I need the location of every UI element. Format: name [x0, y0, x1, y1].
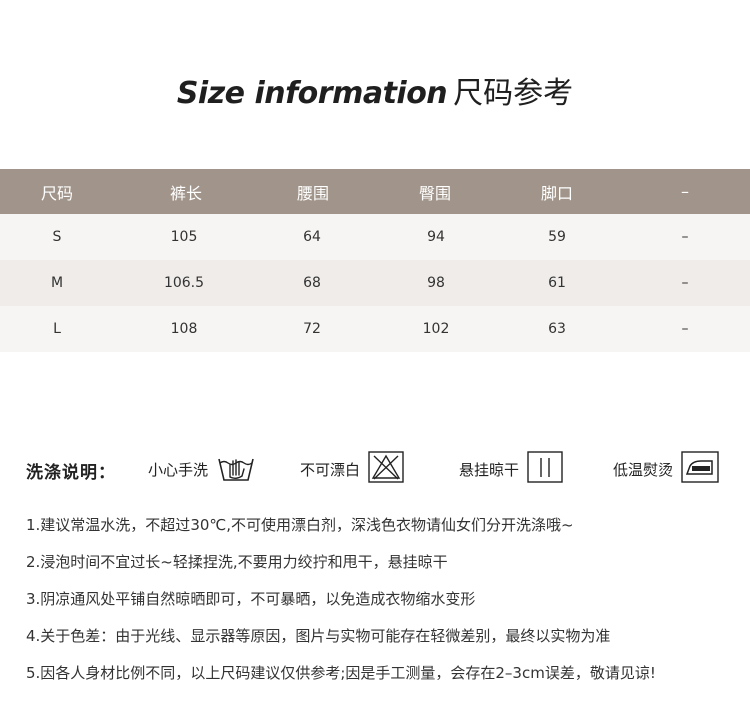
low-iron-icon — [681, 451, 719, 487]
care-label: 小心手洗 — [148, 460, 209, 479]
header-length: 裤长 — [169, 183, 203, 203]
washing-instructions: 洗涤说明： 小心手洗 不可漂白 悬挂晾干 低温熨烫 — [0, 448, 750, 488]
care-label: 低温熨烫 — [613, 460, 674, 479]
table-row: S 105 64 94 59 – — [0, 214, 750, 260]
note-item: 5.因各人身材比例不同，以上尺码建议仅供参考;因是手工测量，会存在2–3cm误差… — [26, 664, 656, 682]
note-item: 4.关于色差：由于光线、显示器等原因，图片与实物可能存在轻微差别，最终以实物为准 — [26, 627, 611, 645]
title-english: Size information — [176, 76, 448, 111]
cell-waist: 64 — [303, 229, 321, 245]
note-item: 1.建议常温水洗，不超过30℃,不可使用漂白剂，深浅色衣物请仙女们分开洗涤哦~ — [26, 516, 574, 534]
hand-wash-icon — [216, 451, 256, 487]
cell-leg-opening: 63 — [548, 321, 566, 337]
care-notes: 1.建议常温水洗，不超过30℃,不可使用漂白剂，深浅色衣物请仙女们分开洗涤哦~ … — [26, 515, 746, 700]
care-low-iron: 低温熨烫 — [613, 451, 719, 487]
care-label: 不可漂白 — [300, 460, 361, 479]
table-row: M 106.5 68 98 61 – — [0, 260, 750, 306]
header-leg-opening: 脚口 — [540, 183, 574, 203]
table-row: L 108 72 102 63 – — [0, 306, 750, 352]
cell-hip: 98 — [427, 275, 445, 291]
cell-size: S — [52, 229, 62, 245]
header-waist: 腰围 — [296, 183, 330, 203]
cell-length: 106.5 — [163, 275, 205, 291]
cell-extra: – — [681, 229, 689, 245]
care-no-bleach: 不可漂白 — [300, 451, 404, 487]
cell-hip: 102 — [422, 321, 450, 337]
care-hand-wash: 小心手洗 — [148, 452, 256, 486]
header-size: 尺码 — [40, 183, 74, 203]
size-table: 尺码 裤长 腰围 臀围 脚口 – S 105 64 94 59 – M 106.… — [0, 169, 750, 352]
care-label: 悬挂晾干 — [459, 460, 520, 479]
cell-extra: – — [681, 321, 689, 337]
washing-title: 洗涤说明： — [26, 463, 116, 483]
title-chinese: 尺码参考 — [453, 76, 574, 111]
table-header-row: 尺码 裤长 腰围 臀围 脚口 – — [0, 169, 750, 214]
cell-leg-opening: 59 — [548, 229, 566, 245]
cell-length: 105 — [170, 229, 198, 245]
cell-waist: 72 — [303, 321, 321, 337]
note-item: 2.浸泡时间不宜过长~轻揉捏洗,不要用力绞拧和甩干，悬挂晾干 — [26, 553, 448, 571]
cell-size: M — [50, 275, 64, 291]
page-title: Size information 尺码参考 — [0, 72, 750, 116]
note-item: 3.阴凉通风处平铺自然晾晒即可，不可暴晒，以免造成衣物缩水变形 — [26, 590, 476, 608]
care-line-dry: 悬挂晾干 — [459, 451, 563, 487]
cell-size: L — [53, 321, 61, 337]
no-bleach-icon — [368, 451, 404, 487]
cell-length: 108 — [170, 321, 198, 337]
header-extra: – — [681, 182, 689, 201]
cell-leg-opening: 61 — [548, 275, 566, 291]
header-hip: 臀围 — [418, 183, 452, 203]
cell-hip: 94 — [427, 229, 445, 245]
cell-extra: – — [681, 275, 689, 291]
cell-waist: 68 — [303, 275, 321, 291]
line-dry-icon — [527, 451, 563, 487]
